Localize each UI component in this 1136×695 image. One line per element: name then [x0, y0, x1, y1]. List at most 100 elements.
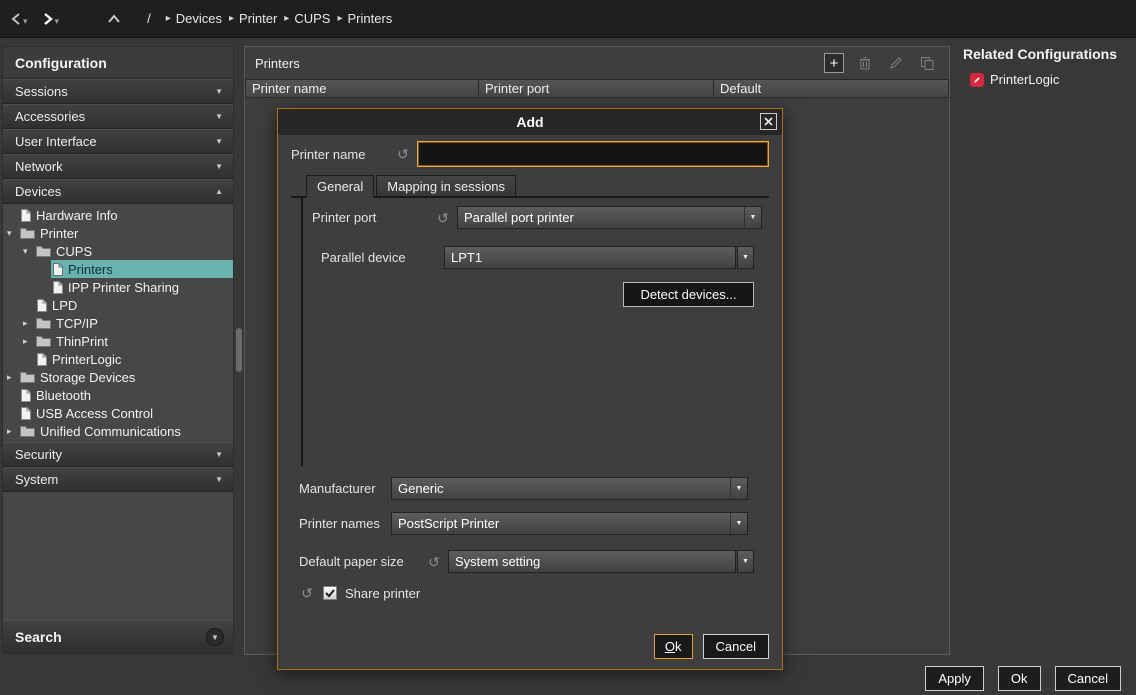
column-header-default[interactable]: Default [714, 79, 949, 98]
dialog-cancel-button[interactable]: Cancel [703, 634, 769, 659]
delete-icon[interactable] [855, 53, 875, 73]
breadcrumb-item-cups[interactable]: CUPS [294, 11, 330, 26]
manufacturer-select[interactable]: Generic ▼ [391, 477, 748, 500]
sidebar-search-bar[interactable]: Search ▼ [3, 620, 233, 653]
share-printer-checkbox[interactable] [323, 586, 337, 600]
tree-item-label: Storage Devices [40, 370, 135, 385]
chevron-down-icon[interactable]: ▼ [737, 246, 754, 269]
printers-table-header: Printer name Printer port Default [245, 79, 949, 98]
default-paper-size-label: Default paper size [291, 554, 426, 569]
copy-icon[interactable] [917, 53, 937, 73]
detect-devices-row: Detect devices... [303, 282, 769, 307]
related-configurations-panel: Related Configurations PrinterLogic [954, 46, 1134, 87]
dialog-title: Add [516, 114, 543, 130]
tree-item-usb-access-control[interactable]: USB Access Control [3, 404, 233, 422]
tree-item-ipp-printer-sharing[interactable]: IPP Printer Sharing [3, 278, 233, 296]
forward-button[interactable]: ▾ [42, 12, 60, 26]
search-expand-button[interactable]: ▼ [206, 628, 224, 646]
expander-open-icon[interactable]: ▾ [7, 224, 19, 242]
printer-names-label: Printer names [291, 516, 391, 531]
tree-item-printer[interactable]: ▾ Printer [3, 224, 233, 242]
sidebar-category-security[interactable]: Security ▼ [3, 442, 233, 467]
reset-icon[interactable]: ↺ [299, 585, 315, 601]
plus-icon: + [830, 55, 839, 72]
related-title: Related Configurations [954, 46, 1134, 62]
chevron-down-icon: ▼ [215, 137, 223, 146]
dialog-titlebar[interactable]: Add [278, 109, 782, 135]
devices-tree: Hardware Info ▾ Printer ▾ CUPS Printers … [3, 204, 233, 442]
tree-item-unified-communications[interactable]: ▸ Unified Communications [3, 422, 233, 440]
breadcrumb-item-printers[interactable]: Printers [347, 11, 392, 26]
tree-item-tcpip[interactable]: ▸ TCP/IP [3, 314, 233, 332]
detect-devices-button[interactable]: Detect devices... [623, 282, 754, 307]
printer-names-row: Printer names PostScript Printer ▼ [291, 512, 769, 535]
related-item-printerlogic[interactable]: PrinterLogic [970, 72, 1134, 87]
tree-item-printerlogic[interactable]: PrinterLogic [3, 350, 233, 368]
parallel-device-value[interactable]: LPT1 [444, 246, 736, 269]
sidebar-category-accessories[interactable]: Accessories ▼ [3, 104, 233, 129]
chevron-up-icon [107, 13, 121, 25]
dialog-ok-button[interactable]: Ok [654, 634, 693, 659]
back-button[interactable]: ▾ [10, 12, 28, 26]
edit-icon[interactable] [886, 53, 906, 73]
tree-item-label: LPD [52, 298, 77, 313]
tree-item-thinprint[interactable]: ▸ ThinPrint [3, 332, 233, 350]
printer-name-input[interactable] [417, 141, 769, 167]
general-tab-pane: Printer port ↺ Parallel port printer ▼ P… [301, 198, 769, 466]
chevron-down-icon[interactable]: ▼ [737, 550, 754, 573]
expander-closed-icon[interactable]: ▸ [7, 422, 19, 440]
configuration-sidebar: Configuration Sessions ▼ Accessories ▼ U… [2, 46, 234, 654]
tab-mapping-in-sessions[interactable]: Mapping in sessions [376, 175, 516, 196]
column-header-printer-port[interactable]: Printer port [479, 79, 714, 98]
sidebar-category-sessions[interactable]: Sessions ▼ [3, 79, 233, 104]
chevron-down-icon: ▼ [744, 207, 761, 228]
reset-icon[interactable]: ↺ [426, 554, 442, 570]
tree-item-cups[interactable]: ▾ CUPS [3, 242, 233, 260]
page-icon [20, 389, 31, 402]
cancel-button[interactable]: Cancel [1055, 666, 1121, 691]
tree-item-printers-selected[interactable]: Printers [3, 260, 233, 278]
dialog-body: Printer name ↺ General Mapping in sessio… [278, 135, 782, 669]
close-button[interactable] [760, 113, 777, 130]
sidebar-category-network[interactable]: Network ▼ [3, 154, 233, 179]
expander-open-icon[interactable]: ▾ [23, 242, 35, 260]
printer-port-select[interactable]: Parallel port printer ▼ [457, 206, 762, 229]
expander-closed-icon[interactable]: ▸ [7, 368, 19, 386]
breadcrumb-separator-icon: ▸ [337, 13, 342, 24]
column-header-printer-name[interactable]: Printer name [245, 79, 479, 98]
modified-badge-icon [970, 73, 984, 87]
chevron-down-icon: ▼ [215, 475, 223, 484]
sidebar-scrollbar[interactable] [236, 46, 242, 654]
tree-item-bluetooth[interactable]: Bluetooth [3, 386, 233, 404]
reset-icon[interactable]: ↺ [395, 146, 411, 162]
page-icon [36, 299, 47, 312]
printer-names-select[interactable]: PostScript Printer ▼ [391, 512, 748, 535]
ok-button[interactable]: Ok [998, 666, 1041, 691]
paper-size-combo: System setting ▼ [448, 550, 754, 573]
breadcrumb-separator-icon: ▸ [229, 13, 234, 24]
breadcrumb-item-printer[interactable]: Printer [239, 11, 277, 26]
expander-closed-icon[interactable]: ▸ [23, 332, 35, 350]
sidebar-category-system[interactable]: System ▼ [3, 467, 233, 492]
breadcrumb-root[interactable]: / [147, 11, 151, 26]
sidebar-category-user-interface[interactable]: User Interface ▼ [3, 129, 233, 154]
chevron-down-icon: ▼ [215, 162, 223, 171]
tree-item-label: ThinPrint [56, 334, 108, 349]
tab-general[interactable]: General [306, 175, 374, 198]
expander-closed-icon[interactable]: ▸ [23, 314, 35, 332]
reset-icon[interactable]: ↺ [435, 210, 451, 226]
tree-item-lpd[interactable]: LPD [3, 296, 233, 314]
tree-item-storage-devices[interactable]: ▸ Storage Devices [3, 368, 233, 386]
share-printer-row: ↺ Share printer [299, 585, 769, 601]
category-label: Accessories [15, 109, 215, 124]
apply-button[interactable]: Apply [925, 666, 984, 691]
sidebar-category-devices[interactable]: Devices ▲ [3, 179, 233, 204]
paper-size-value[interactable]: System setting [448, 550, 736, 573]
printers-toolbar: + [824, 53, 937, 73]
tree-item-hardware-info[interactable]: Hardware Info [3, 206, 233, 224]
scrollbar-thumb[interactable] [236, 328, 242, 372]
up-button[interactable] [107, 13, 121, 25]
add-button[interactable]: + [824, 53, 844, 73]
breadcrumb-item-devices[interactable]: Devices [176, 11, 222, 26]
top-navigation-bar: ▾ ▾ / ▸ Devices ▸ Printer ▸ CUPS ▸ Print… [0, 0, 1136, 38]
